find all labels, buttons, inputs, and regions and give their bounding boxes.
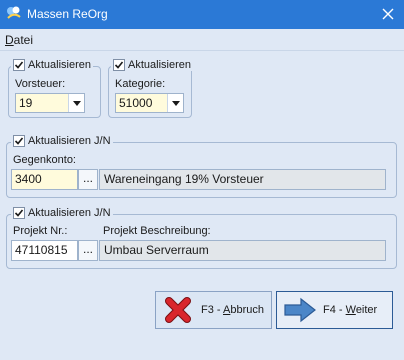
chevron-down-icon	[72, 100, 81, 106]
checkbox-label: Aktualisieren	[128, 59, 191, 71]
checkbox[interactable]	[13, 207, 25, 219]
projekt-description: Umbau Serverraum	[99, 240, 386, 261]
checkmark-icon	[14, 209, 24, 217]
kategorie-value: 51000	[119, 96, 153, 110]
checkbox[interactable]	[13, 135, 25, 147]
vorsteuer-label: Vorsteuer:	[15, 78, 66, 90]
checkbox[interactable]	[13, 59, 25, 71]
kategorie-label: Kategorie:	[115, 78, 166, 90]
next-button[interactable]: F4 - Weiter	[276, 291, 393, 329]
vorsteuer-select[interactable]: 19	[15, 93, 85, 113]
dropdown-arrow[interactable]	[68, 94, 84, 112]
arrow-right-icon	[284, 297, 316, 323]
checkbox[interactable]	[113, 59, 125, 71]
projekt-description-label: Projekt Beschreibung:	[103, 225, 211, 237]
close-button[interactable]	[376, 2, 400, 26]
window-title: Massen ReOrg	[27, 7, 108, 21]
checkmark-icon	[14, 61, 24, 69]
gegenkonto-update-checkbox[interactable]: Aktualisieren J/N	[11, 135, 113, 147]
vorsteuer-value: 19	[19, 96, 33, 110]
next-label: F4 - Weiter	[323, 304, 378, 316]
cancel-button[interactable]: F3 - Abbruch	[155, 291, 272, 329]
vorsteuer-update-checkbox[interactable]: Aktualisieren	[11, 59, 93, 71]
checkbox-label: Aktualisieren	[28, 59, 91, 71]
gegenkonto-description: Wareneingang 19% Vorsteuer	[99, 169, 386, 190]
projekt-nr-input[interactable]: 47110815	[11, 240, 78, 261]
checkmark-icon	[114, 61, 124, 69]
cancel-label: F3 - Abbruch	[201, 304, 264, 316]
chevron-down-icon	[171, 100, 180, 106]
gegenkonto-input[interactable]: 3400	[11, 169, 78, 190]
projekt-lookup-button[interactable]: ...	[78, 240, 98, 261]
gegenkonto-label: Gegenkonto:	[13, 154, 76, 166]
close-icon	[382, 8, 394, 20]
checkbox-label: Aktualisieren J/N	[28, 135, 111, 147]
checkbox-label: Aktualisieren J/N	[28, 207, 111, 219]
projekt-nr-label: Projekt Nr.:	[13, 225, 68, 237]
gegenkonto-lookup-button[interactable]: ...	[78, 169, 98, 190]
projekt-update-checkbox[interactable]: Aktualisieren J/N	[11, 207, 113, 219]
dropdown-arrow[interactable]	[167, 94, 183, 112]
checkmark-icon	[14, 137, 24, 145]
kategorie-update-checkbox[interactable]: Aktualisieren	[111, 59, 193, 71]
kategorie-select[interactable]: 51000	[115, 93, 184, 113]
app-icon	[7, 6, 21, 19]
red-x-icon	[165, 297, 191, 323]
menu-item-datei[interactable]: Datei	[5, 33, 33, 47]
title-bar: Massen ReOrg	[0, 0, 404, 29]
menu-bar: Datei	[0, 29, 404, 51]
